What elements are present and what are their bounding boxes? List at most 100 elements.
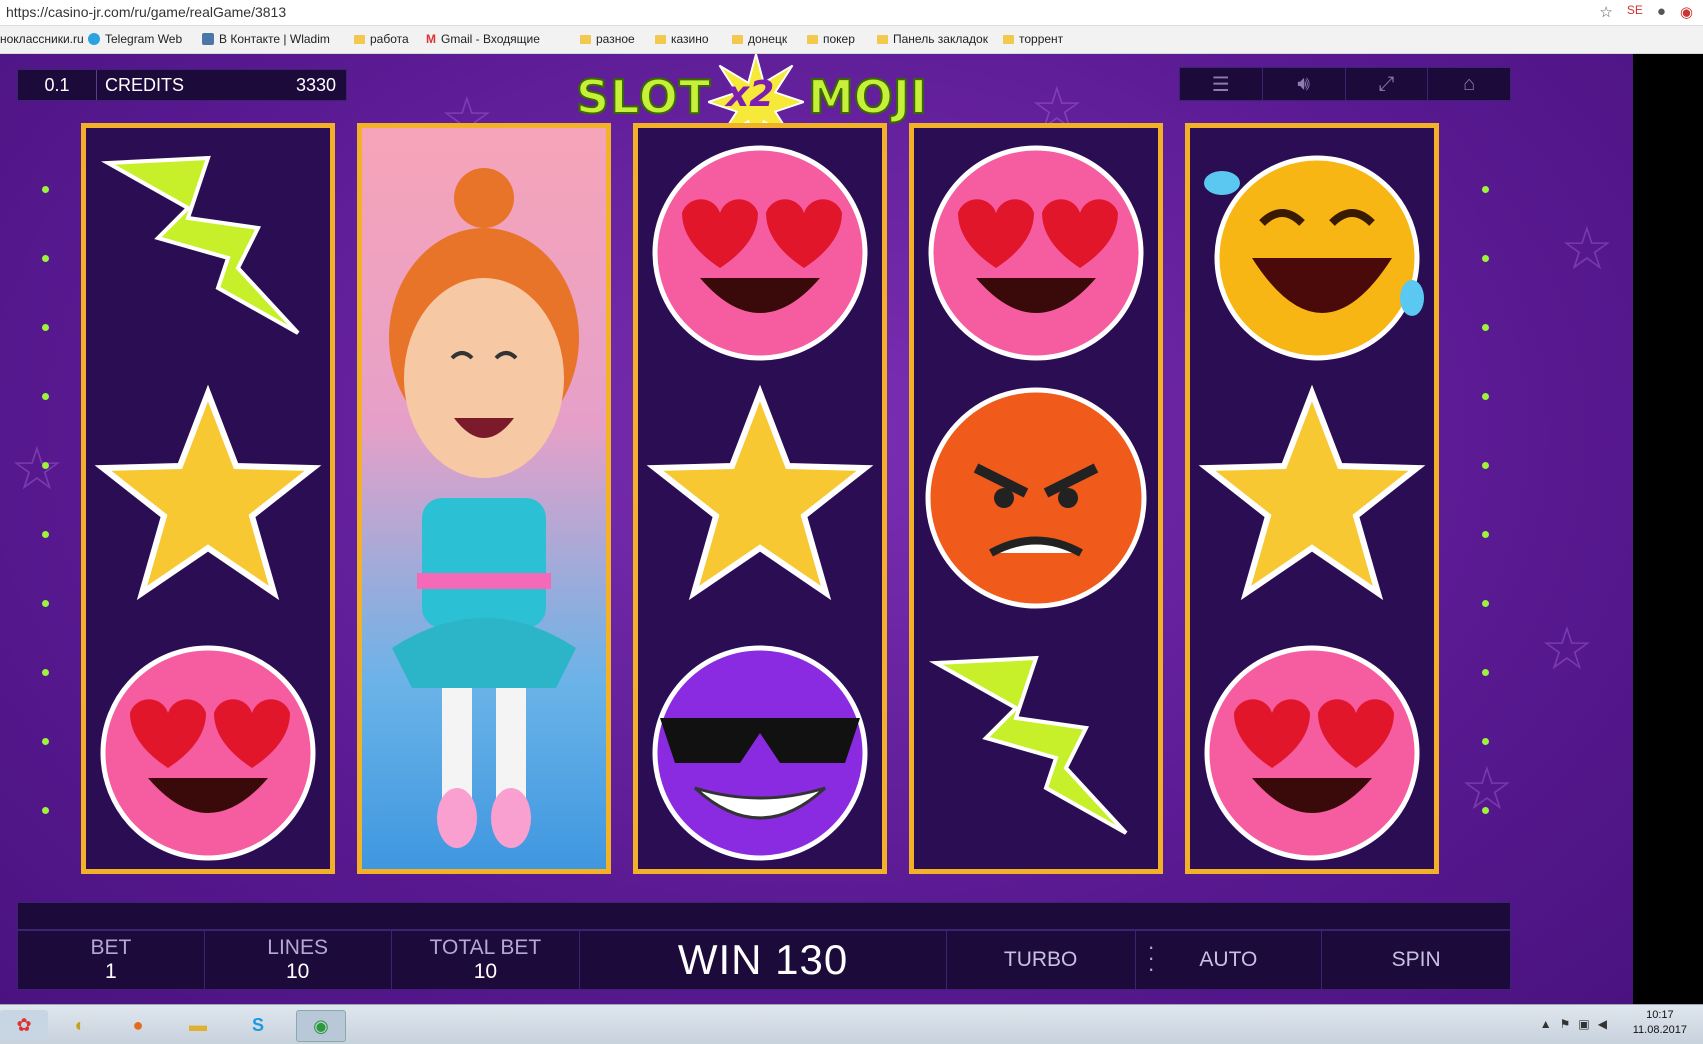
logo-slot-text: SLOT (575, 69, 712, 125)
bookmark-donetsk[interactable]: донецк (732, 32, 787, 46)
payline-dot[interactable] (42, 738, 49, 745)
volume-icon[interactable]: ◀ (1598, 1017, 1607, 1031)
star-symbol-icon (94, 384, 322, 601)
system-tray: ▲ ⚑ ▣ ◀ (1540, 1017, 1607, 1031)
bookmark-poker[interactable]: покер (807, 32, 855, 46)
payline-dot[interactable] (1482, 393, 1489, 400)
payline-dot[interactable] (42, 531, 49, 538)
fullscreen-icon: ⤢ (1378, 72, 1395, 95)
lines-control[interactable]: LINES 10 (205, 931, 392, 989)
lines-label: LINES (267, 936, 328, 959)
bet-per-line: 0.1 (18, 70, 97, 100)
heart-eyes-emoji-icon (100, 645, 316, 861)
star-icon[interactable]: ☆ (1599, 3, 1612, 21)
payline-dot[interactable] (42, 807, 49, 814)
laughing-emoji-icon (1204, 155, 1424, 361)
taskbar-firefox[interactable]: ● (114, 1010, 162, 1040)
sound-button[interactable]: 🔊︎ (1263, 68, 1346, 100)
person-icon[interactable]: ● (1657, 3, 1666, 21)
reel-2 (357, 123, 611, 874)
bookmark-casino[interactable]: казино (655, 32, 709, 46)
auto-button[interactable]: · · · AUTO (1136, 931, 1323, 989)
payline-dot[interactable] (1482, 531, 1489, 538)
vk-icon (202, 33, 214, 45)
payline-dot[interactable] (42, 669, 49, 676)
star-symbol-icon (1198, 384, 1426, 601)
gmail-icon: M (426, 32, 436, 46)
bookmark-odnoklassniki[interactable]: ноклассники.ru (0, 32, 84, 46)
payline-dot[interactable] (1482, 600, 1489, 607)
sound-icon: 🔊︎ (1297, 72, 1310, 95)
flag-icon[interactable]: ▣ (1578, 1017, 1589, 1031)
home-button[interactable]: ⌂ (1428, 68, 1510, 100)
bookmark-torrent[interactable]: торрент (1003, 32, 1063, 46)
taskbar-chrome[interactable]: ◉ (296, 1010, 346, 1042)
total-bet-label: TOTAL BET (429, 936, 542, 959)
bookmark-misc[interactable]: разное (580, 32, 635, 46)
spin-button[interactable]: SPIN (1322, 931, 1510, 989)
bet-value: 1 (105, 960, 117, 983)
folder-icon (655, 34, 666, 44)
bet-label: BET (90, 936, 132, 959)
auto-label: AUTO (1199, 948, 1258, 971)
fullscreen-button[interactable]: ⤢ (1346, 68, 1429, 100)
app-icon: ◐ (74, 1014, 86, 1035)
bookmarks-bar: ноклассники.ru Telegram Web В Контакте |… (0, 26, 1703, 54)
start-icon: ✿ (16, 1014, 32, 1035)
lightning-bolt-icon (100, 155, 300, 335)
turbo-button[interactable]: TURBO (947, 931, 1136, 989)
top-controls: ☰ 🔊︎ ⤢ ⌂ (1179, 67, 1511, 101)
extension-icon-2[interactable]: ◉ (1680, 3, 1693, 21)
credits-value: 3330 (295, 75, 336, 95)
url-text[interactable]: https://casino-jr.com/ru/game/realGame/3… (6, 4, 286, 20)
taskbar-app-1[interactable]: ◐ (56, 1010, 104, 1040)
clock-date: 11.08.2017 (1632, 1024, 1687, 1036)
folder-icon (1003, 34, 1014, 44)
payline-dot[interactable] (42, 186, 49, 193)
payline-dot[interactable] (1482, 738, 1489, 745)
browser-toolbar-icons: ☆ SE ● ◉ (1599, 3, 1693, 21)
home-icon: ⌂ (1463, 72, 1476, 95)
system-clock[interactable]: 10:17 11.08.2017 (1633, 1008, 1687, 1038)
turbo-label: TURBO (1003, 948, 1078, 971)
network-icon[interactable]: ⚑ (1560, 1017, 1571, 1031)
more-options-icon[interactable]: · · · (1148, 936, 1155, 980)
bookmark-vk[interactable]: В Контакте | Wladim (202, 32, 330, 46)
bookmark-gmail[interactable]: M Gmail - Входящие (426, 32, 540, 46)
payline-dot[interactable] (1482, 324, 1489, 331)
payline-dot[interactable] (1482, 807, 1489, 814)
payline-dot[interactable] (1482, 669, 1489, 676)
heart-eyes-emoji-icon (1204, 645, 1420, 861)
start-button[interactable]: ✿ (0, 1010, 48, 1040)
slot-game: ☆ ☆ ☆ ☆ ☆ ☆ 0.1 CREDITS 3330 SLOT x2 MOJ… (0, 54, 1633, 1004)
bookmark-panel[interactable]: Панель закладок (877, 32, 988, 46)
bg-star-decoration: ☆ (1540, 615, 1594, 682)
tray-arrow-icon[interactable]: ▲ (1540, 1017, 1552, 1031)
bookmark-telegram[interactable]: Telegram Web (88, 32, 182, 46)
taskbar-explorer[interactable]: ▬ (174, 1010, 222, 1040)
payline-dot[interactable] (42, 462, 49, 469)
payline-dot[interactable] (42, 255, 49, 262)
bet-control[interactable]: BET 1 (18, 931, 205, 989)
bottom-controls: BET 1 LINES 10 TOTAL BET 10 WIN 130 TURB… (17, 930, 1511, 990)
folder-icon: ▬ (189, 1014, 207, 1035)
ballerina-symbol-icon (389, 168, 579, 848)
lightning-bolt-icon (928, 655, 1128, 835)
payline-dot[interactable] (1482, 186, 1489, 193)
heart-eyes-emoji-icon (928, 145, 1144, 361)
payline-dot[interactable] (42, 393, 49, 400)
bookmark-work[interactable]: работа (354, 32, 409, 46)
address-bar[interactable]: https://casino-jr.com/ru/game/realGame/3… (0, 0, 1703, 26)
taskbar-skype[interactable]: S (234, 1010, 282, 1040)
extension-icon[interactable]: SE (1627, 3, 1643, 21)
payline-dot[interactable] (1482, 462, 1489, 469)
payline-dot[interactable] (42, 600, 49, 607)
payline-dot[interactable] (1482, 255, 1489, 262)
credits-label: CREDITS (105, 75, 185, 95)
menu-button[interactable]: ☰ (1180, 68, 1263, 100)
telegram-icon (88, 33, 100, 45)
logo-x2-text: x2 (726, 74, 775, 115)
payline-dot[interactable] (42, 324, 49, 331)
folder-icon (877, 34, 888, 44)
reel-1 (81, 123, 335, 874)
